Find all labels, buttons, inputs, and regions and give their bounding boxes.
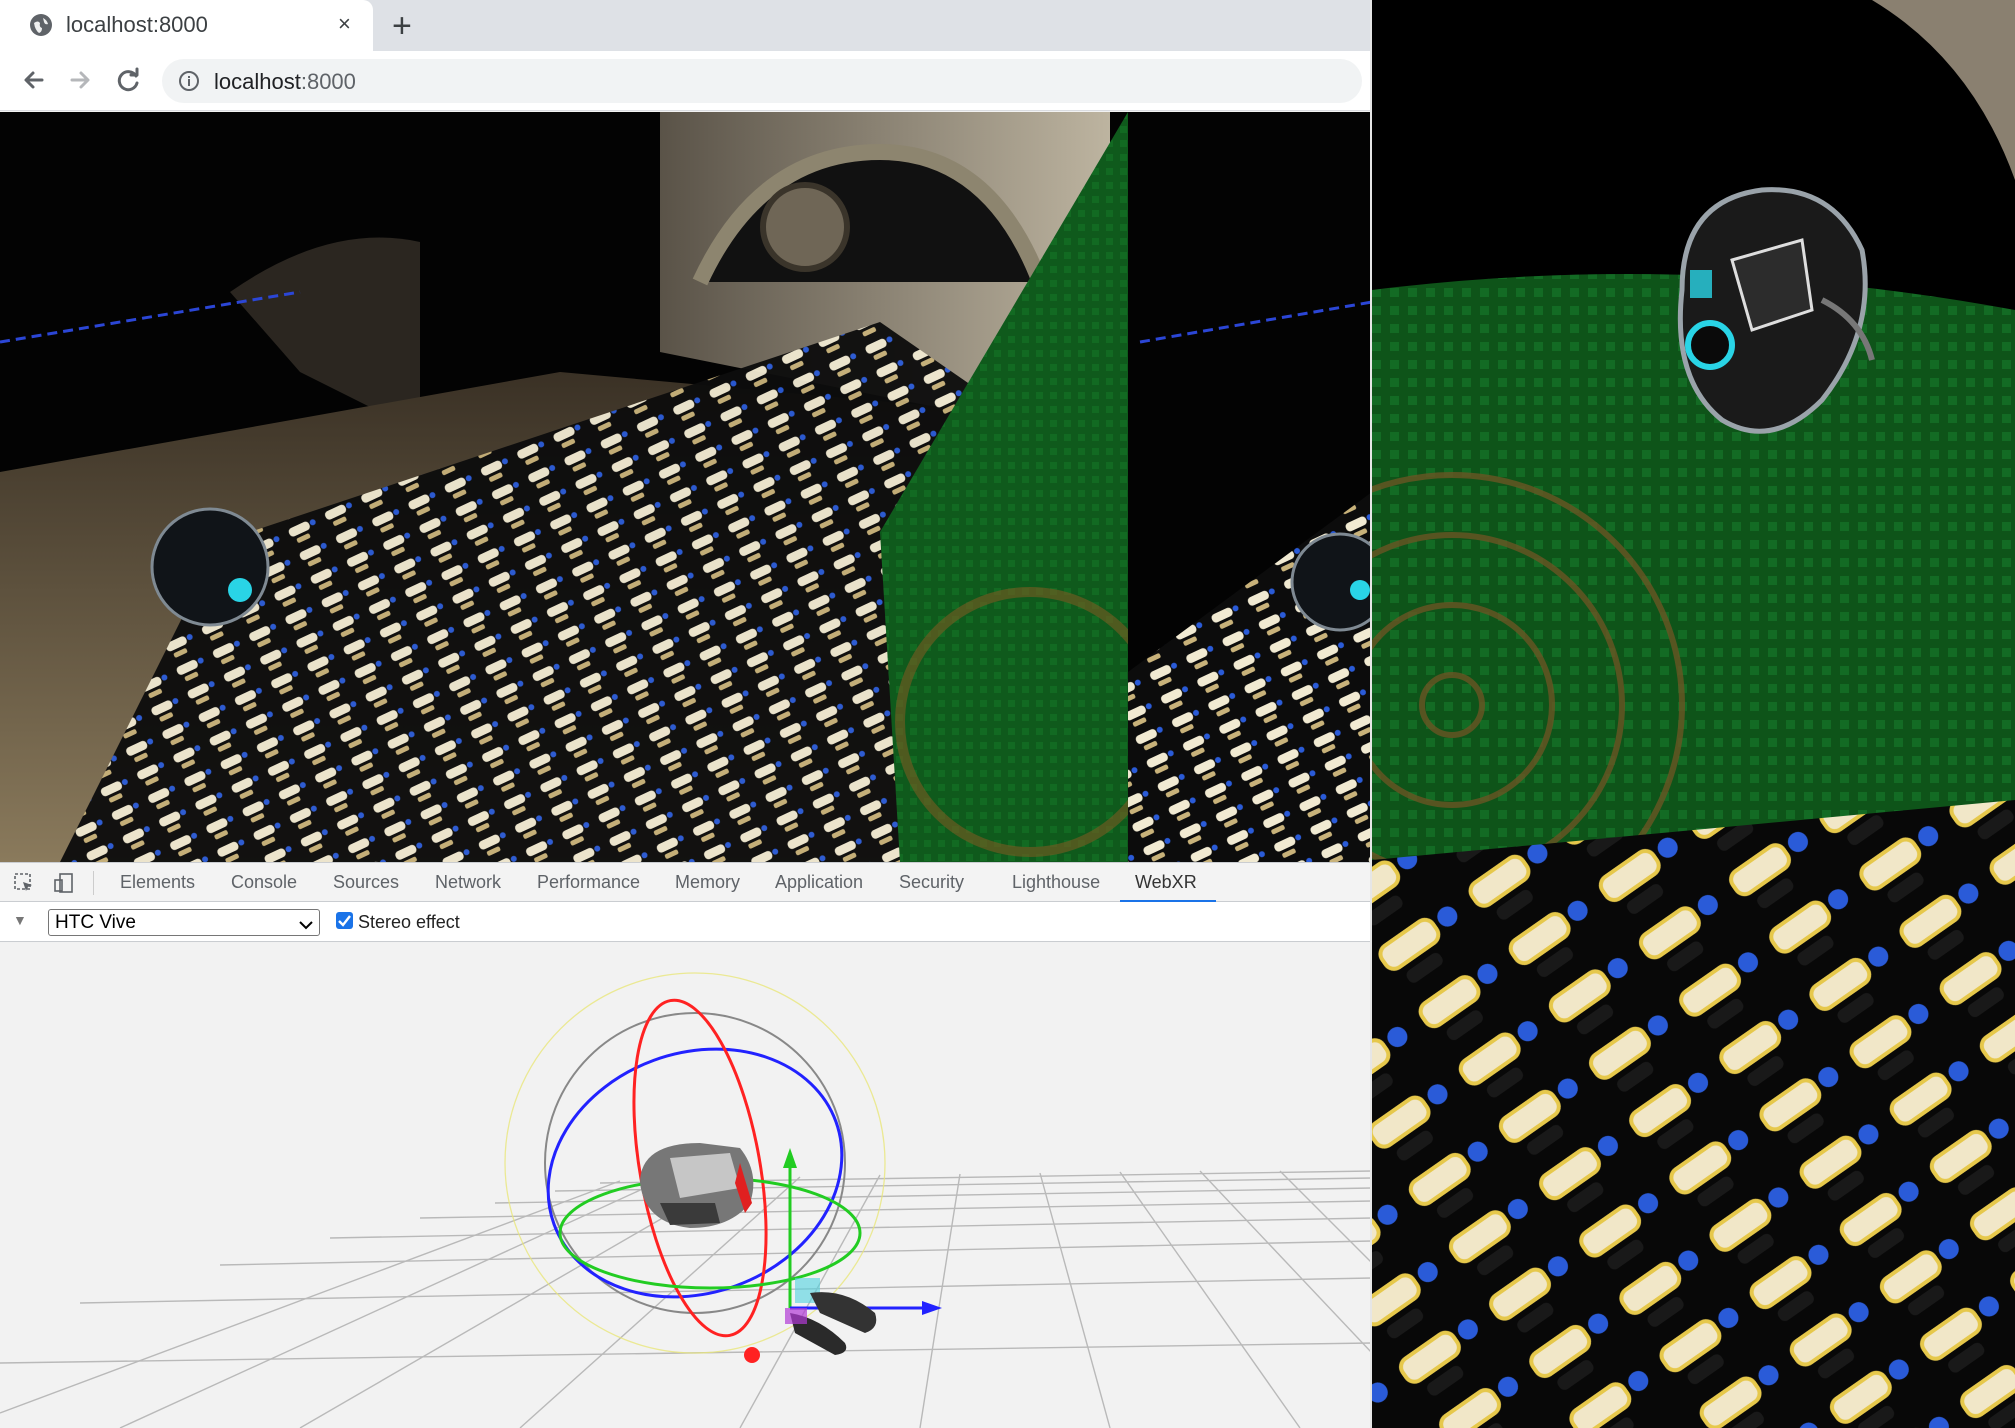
- devtools-panel: Elements Console Sources Network Perform…: [0, 862, 1372, 1428]
- globe-icon: [30, 14, 52, 36]
- new-tab-button[interactable]: +: [392, 6, 412, 46]
- tab-sources[interactable]: Sources: [333, 872, 399, 893]
- collapse-triangle-icon[interactable]: ▼: [13, 912, 27, 928]
- device-toolbar-icon[interactable]: [53, 872, 75, 894]
- navigation-bar: localhost:8000: [0, 51, 1372, 111]
- tab-lighthouse[interactable]: Lighthouse: [1012, 872, 1100, 893]
- tab-webxr[interactable]: WebXR: [1135, 872, 1197, 893]
- webxr-controls: ▼ HTC Vive Stereo effect: [0, 902, 1372, 942]
- toolbar-divider: [93, 871, 94, 895]
- webxr-canvas[interactable]: [0, 112, 1372, 862]
- tab-title: localhost:8000: [66, 12, 208, 37]
- url-host: localhost: [214, 69, 301, 94]
- browser-window: localhost:8000 × + localhost:8000 Elemen…: [0, 0, 1372, 1428]
- back-button[interactable]: [16, 62, 52, 98]
- tab-network[interactable]: Network: [435, 872, 501, 893]
- address-bar[interactable]: localhost:8000: [162, 59, 1362, 103]
- screen: localhost:8000 × + localhost:8000 Elemen…: [0, 0, 2015, 1428]
- tab-console[interactable]: Console: [231, 872, 297, 893]
- url-text: localhost:8000: [214, 69, 356, 95]
- vr-headset-view[interactable]: [1372, 0, 2015, 1428]
- info-icon[interactable]: [178, 70, 200, 92]
- gizmo-red-handle: [744, 1347, 760, 1363]
- bottle-pile: [1372, 800, 2015, 1428]
- arrow-right-icon: [70, 71, 90, 89]
- devtools-tab-bar: Elements Console Sources Network Perform…: [0, 862, 1372, 903]
- tab-elements[interactable]: Elements: [120, 872, 195, 893]
- forward-button[interactable]: [62, 62, 98, 98]
- webxr-device-scene[interactable]: [0, 943, 1372, 1428]
- left-eye-view: [0, 112, 1165, 862]
- tab-strip: localhost:8000 × +: [0, 0, 1372, 51]
- tab-memory[interactable]: Memory: [675, 872, 740, 893]
- right-eye-view: [1128, 112, 1372, 862]
- tab-application[interactable]: Application: [775, 872, 863, 893]
- close-tab-icon[interactable]: ×: [338, 12, 351, 36]
- url-port: :8000: [300, 69, 356, 94]
- arrow-left-icon: [24, 71, 44, 89]
- reload-icon: [117, 67, 139, 92]
- browser-tab[interactable]: localhost:8000 ×: [0, 0, 373, 51]
- device-select[interactable]: HTC Vive: [48, 909, 320, 936]
- reload-button[interactable]: [110, 62, 146, 98]
- stereo-effect-checkbox[interactable]: [336, 912, 353, 929]
- tab-performance[interactable]: Performance: [537, 872, 640, 893]
- tab-security[interactable]: Security: [899, 872, 964, 893]
- vr-controller-icon: [785, 1278, 877, 1355]
- vr-headset-icon: [640, 1143, 754, 1228]
- chevron-down-icon: [299, 917, 313, 930]
- stereo-effect-label: Stereo effect: [358, 912, 460, 932]
- device-select-value: HTC Vive: [55, 912, 136, 933]
- inspect-element-icon[interactable]: [13, 872, 35, 894]
- checkmark-icon: [338, 915, 351, 927]
